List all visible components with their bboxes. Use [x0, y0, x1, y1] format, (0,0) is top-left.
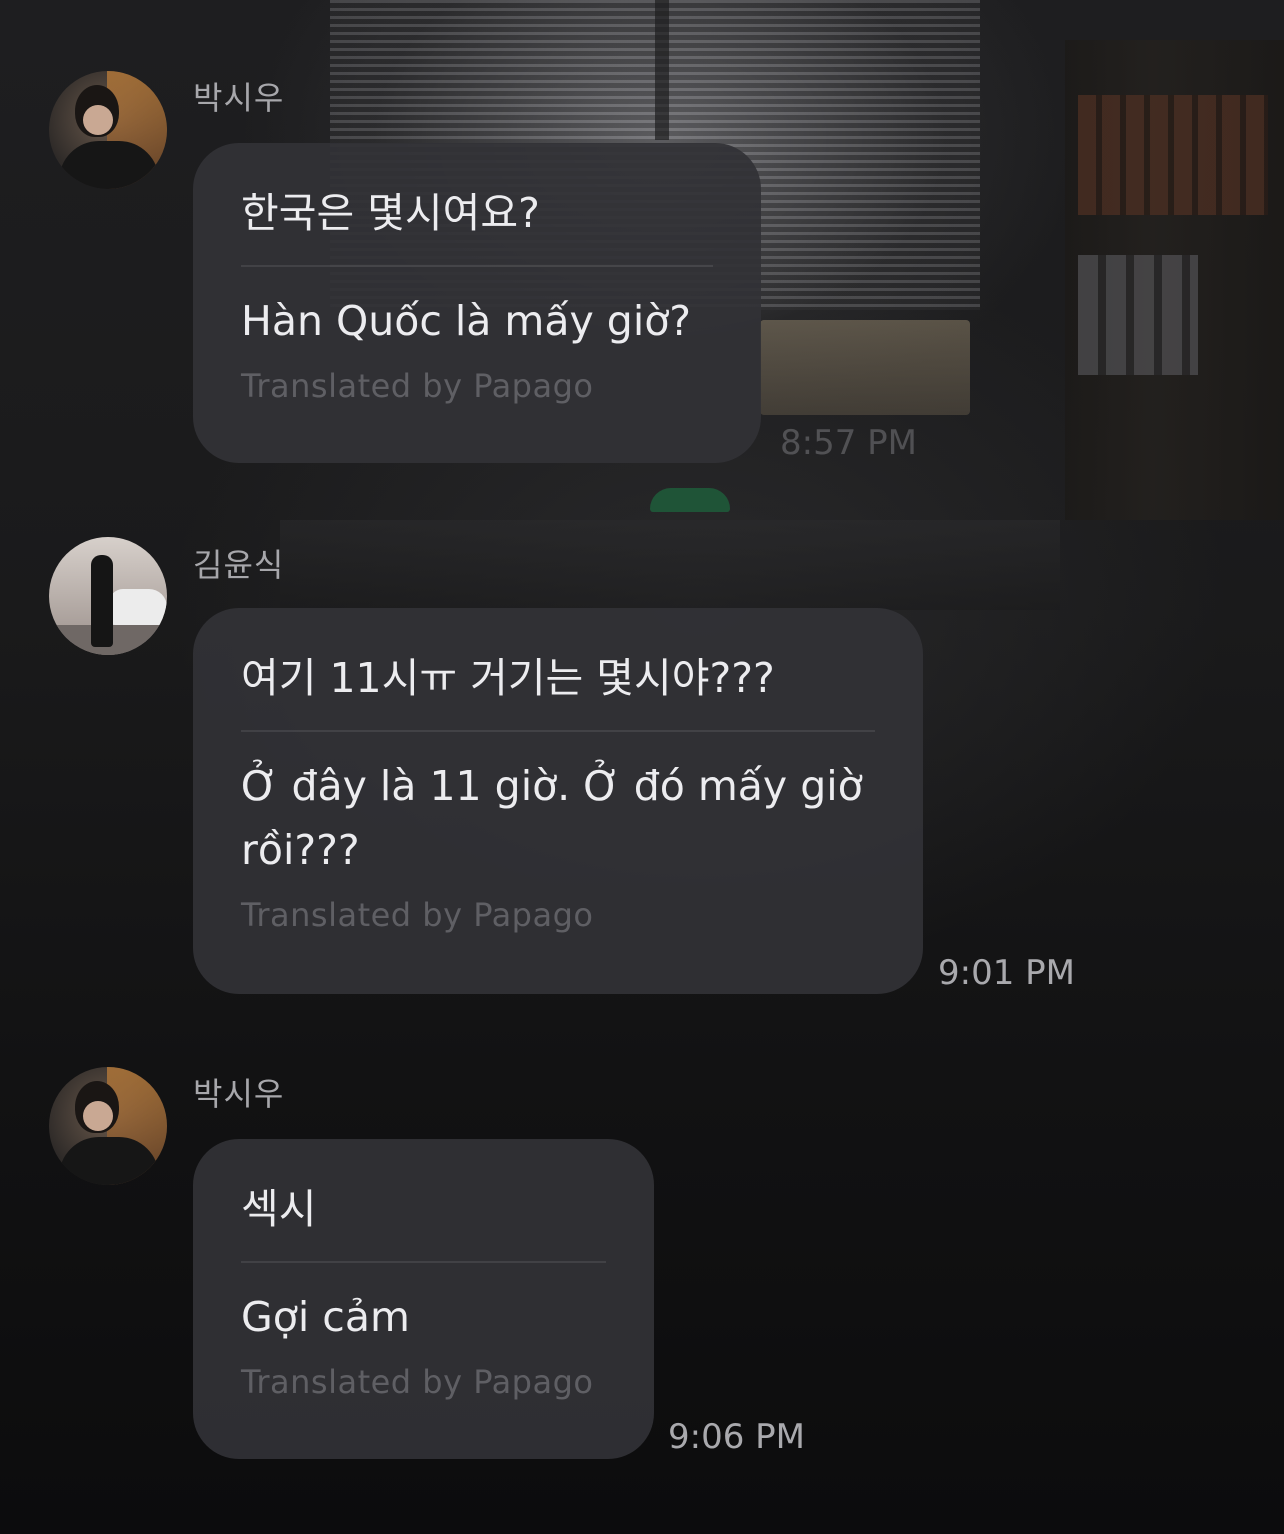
background-lamp	[650, 488, 730, 512]
translated-text: Hàn Quốc là mấy giờ?	[241, 297, 692, 345]
background-binders	[1078, 255, 1198, 375]
avatar[interactable]	[49, 71, 167, 189]
message-timestamp: 8:57 PM	[780, 423, 917, 463]
translation-divider	[241, 1261, 606, 1263]
translation-credit: Translated by Papago	[241, 1363, 594, 1401]
translated-text: Gợi cảm	[241, 1293, 410, 1341]
sender-name: 김윤식	[193, 546, 285, 584]
original-text: 여기 11시ㅠ 거기는 몇시야???	[241, 654, 775, 702]
sender-name: 박시우	[193, 1075, 285, 1113]
avatar-photo-face	[83, 1101, 113, 1131]
message-bubble[interactable]: 여기 11시ㅠ 거기는 몇시야??? Ở đây là 11 giờ. Ở đó…	[193, 608, 923, 994]
background-desk	[280, 520, 1060, 610]
avatar-photo-face	[83, 105, 113, 135]
background-books	[1078, 95, 1268, 215]
background-window-frame	[655, 0, 669, 140]
avatar[interactable]	[49, 1067, 167, 1185]
avatar[interactable]	[49, 537, 167, 655]
translation-divider	[241, 730, 875, 732]
background-papers	[760, 320, 970, 415]
message-bubble[interactable]: 섹시 Gợi cảm Translated by Papago	[193, 1139, 654, 1459]
translation-credit: Translated by Papago	[241, 896, 594, 934]
message-timestamp: 9:06 PM	[668, 1417, 805, 1457]
message-bubble[interactable]: 한국은 몇시여요? Hàn Quốc là mấy giờ? Translate…	[193, 143, 761, 463]
avatar-photo-person	[91, 555, 113, 647]
original-text: 섹시	[241, 1185, 317, 1233]
avatar-photo-car	[109, 589, 167, 625]
message-timestamp: 9:01 PM	[938, 953, 1075, 993]
sender-name: 박시우	[193, 79, 285, 117]
translation-divider	[241, 265, 713, 267]
translation-credit: Translated by Papago	[241, 367, 594, 405]
translated-text: Ở đây là 11 giờ. Ở đó mấy giờ rồi???	[241, 762, 876, 874]
original-text: 한국은 몇시여요?	[241, 189, 540, 237]
